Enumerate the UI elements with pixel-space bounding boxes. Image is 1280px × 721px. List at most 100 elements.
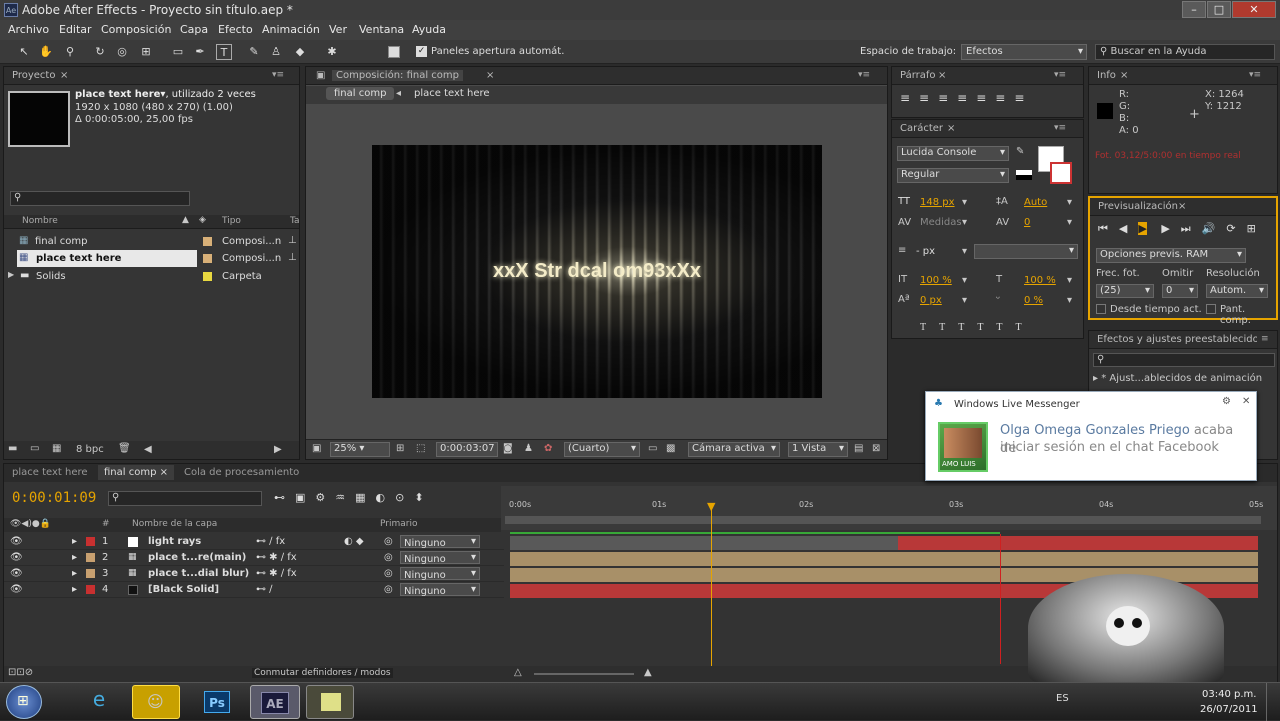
layer-switches-icon[interactable]: ⊷ ✱ ∕ fx [256, 552, 297, 563]
chevron-down-icon[interactable]: ▾ [962, 246, 967, 257]
transparency-grid-icon[interactable]: ▩ [666, 443, 675, 454]
menu-animacion[interactable]: Animación [262, 23, 320, 36]
expand-arrow-icon[interactable]: ▶ [8, 270, 14, 279]
resolution-select[interactable]: (Cuarto) ▾ [564, 442, 640, 457]
rotate-tool-icon[interactable]: ↻ [92, 44, 108, 60]
project-search-input[interactable]: ⚲ [10, 191, 190, 206]
ie-icon[interactable]: e [78, 687, 120, 717]
sort-icon[interactable]: ▲ [182, 215, 189, 225]
from-current-checkbox[interactable] [1096, 304, 1106, 314]
zoom-select[interactable]: 25% ▾ [330, 442, 390, 457]
pen-tool-icon[interactable]: ✒ [192, 44, 208, 60]
effects-tab[interactable]: Efectos y ajustes preestablecidos ≡ [1089, 331, 1277, 349]
menu-ver[interactable]: Ver [329, 23, 347, 36]
column-parent[interactable]: Primario [380, 519, 417, 529]
tab-render-queue[interactable]: Cola de procesamiento [184, 467, 299, 478]
tab-place-text-here[interactable]: place text here [12, 467, 88, 478]
auto-panels-checkbox[interactable]: ✓ [416, 46, 427, 57]
chevron-down-icon[interactable]: ▾ [1067, 295, 1072, 306]
layer-name[interactable]: place t...dial blur) [148, 568, 249, 579]
eyedropper-icon[interactable]: ✎ [1016, 146, 1024, 157]
leading-value[interactable]: Auto [1024, 197, 1047, 208]
show-desktop-button[interactable] [1266, 683, 1280, 721]
pan-behind-tool-icon[interactable]: ⊞ [138, 44, 154, 60]
pickwhip-icon[interactable]: ◎ [384, 584, 393, 595]
pickwhip-icon[interactable]: ◎ [384, 536, 393, 547]
timeline-switch-icons[interactable]: ⊷▣⚙♒▦◐⊙⬍ [274, 491, 434, 504]
close-icon[interactable]: × [938, 70, 946, 81]
effects-search-input[interactable]: ⚲ [1093, 353, 1275, 367]
expand-arrow-icon[interactable]: ▸ [72, 568, 77, 579]
parent-select[interactable]: Ninguno ▾ [400, 567, 480, 581]
composition-tab[interactable]: ▣ Composición: final comp × ▾≡ [306, 67, 887, 85]
chevron-down-icon[interactable]: ▾ [1067, 197, 1072, 208]
menu-archivo[interactable]: Archivo [8, 23, 49, 36]
column-size[interactable]: Ta [290, 216, 300, 226]
paragraph-tab[interactable]: Párrafo × ▾≡ [892, 67, 1083, 85]
black-white-swatch[interactable] [1016, 170, 1032, 180]
layer-switches-icon[interactable]: ⊷ ✱ ∕ fx [256, 568, 297, 579]
panel-menu-icon[interactable]: ▾≡ [272, 70, 284, 80]
lock-icon[interactable]: ▣ [316, 70, 325, 81]
puppet-tool-icon[interactable]: ✱ [324, 44, 340, 60]
close-icon[interactable]: × [60, 70, 68, 81]
paragraph-align-buttons[interactable]: ≡≡≡≡≡≡≡ [900, 91, 1033, 105]
chevron-down-icon[interactable]: ▾ [962, 275, 967, 286]
layer-bar-main[interactable] [510, 552, 1258, 566]
type-tool-icon[interactable]: T [216, 44, 232, 60]
skip-select[interactable]: 0 ▾ [1162, 284, 1198, 298]
workspace-select[interactable]: Efectos ▾ [961, 44, 1087, 60]
taskbar-after-effects[interactable]: AE [250, 685, 300, 719]
project-row[interactable]: ▦ final comp Composi...n ⊥ [4, 233, 299, 250]
project-row[interactable]: ▦ place text here Composi...n ⊥ [4, 250, 299, 267]
zoom-out-icon[interactable]: △ [514, 667, 522, 678]
baseline-shift-value[interactable]: 0 px [920, 295, 942, 306]
expand-arrow-icon[interactable]: ▸ [72, 584, 77, 595]
character-tab[interactable]: Carácter × ▾≡ [892, 120, 1083, 138]
ram-options-select[interactable]: Opciones previs. RAM ▾ [1096, 248, 1246, 263]
mask-visibility-icon[interactable]: ⬚ [416, 443, 425, 454]
clone-tool-icon[interactable]: ♙ [268, 44, 284, 60]
region-of-interest-icon[interactable]: ▭ [648, 443, 657, 454]
font-style-select[interactable]: Regular ▾ [897, 168, 1009, 183]
current-timecode[interactable]: 0:00:01:09 [12, 490, 96, 506]
hand-tool-icon[interactable]: ✋ [38, 44, 54, 60]
panel-menu-icon[interactable]: ▾≡ [1054, 123, 1066, 133]
text-style-buttons[interactable]: TTTTTT [920, 322, 1035, 333]
close-icon[interactable]: × [1120, 70, 1128, 81]
eye-icon[interactable]: 👁 [10, 536, 23, 547]
info-tab[interactable]: Info × ▾≡ [1089, 67, 1277, 85]
expand-arrow-icon[interactable]: ▸ [72, 552, 77, 563]
taskbar-contacts-app[interactable]: ☺ [132, 685, 180, 719]
menu-capa[interactable]: Capa [180, 23, 208, 36]
project-tab[interactable]: Proyecto × ▾≡ [4, 67, 299, 85]
horizontal-scale-value[interactable]: 100 % [1024, 275, 1056, 286]
motion-blur-icon[interactable]: ◐ ◆ [344, 536, 364, 547]
panel-menu-icon[interactable]: ▾≡ [1249, 70, 1261, 80]
panel-menu-icon[interactable]: ≡ [1261, 334, 1269, 344]
close-icon[interactable]: × [947, 123, 955, 134]
language-indicator[interactable]: ES [1056, 693, 1069, 704]
start-button[interactable]: ⊞ [6, 685, 42, 719]
column-name[interactable]: Nombre [22, 216, 58, 226]
new-folder-icon[interactable]: ▭ [30, 443, 39, 454]
zoom-in-icon[interactable]: ▲ [644, 667, 652, 678]
layer-switches-icon[interactable]: ⊷ ∕ [256, 584, 273, 595]
parent-select[interactable]: Ninguno ▾ [400, 551, 480, 565]
settings-icon[interactable]: ⚙ [1222, 396, 1231, 407]
work-area-bar[interactable] [505, 516, 1261, 524]
trash-icon[interactable]: 🗑 [118, 443, 131, 454]
safe-zones-icon[interactable]: ⊞ [396, 443, 404, 454]
parent-select[interactable]: Ninguno ▾ [400, 535, 480, 549]
layer-name[interactable]: light rays [148, 536, 201, 547]
label-tag-icon[interactable]: ◈ [199, 215, 206, 225]
brush-tool-icon[interactable]: ✎ [246, 44, 262, 60]
scroll-left-icon[interactable]: ◀ [144, 444, 152, 455]
layer-name[interactable]: place t...re(main) [148, 552, 246, 563]
layer-name[interactable]: [Black Solid] [148, 584, 219, 595]
font-size-value[interactable]: 148 px [920, 197, 955, 208]
eye-icon[interactable]: 👁 [10, 552, 23, 563]
taskbar-photoshop[interactable]: Ps [194, 685, 242, 719]
bpc-label[interactable]: 8 bpc [76, 444, 104, 455]
timeline-search-input[interactable]: ⚲ [108, 491, 262, 506]
